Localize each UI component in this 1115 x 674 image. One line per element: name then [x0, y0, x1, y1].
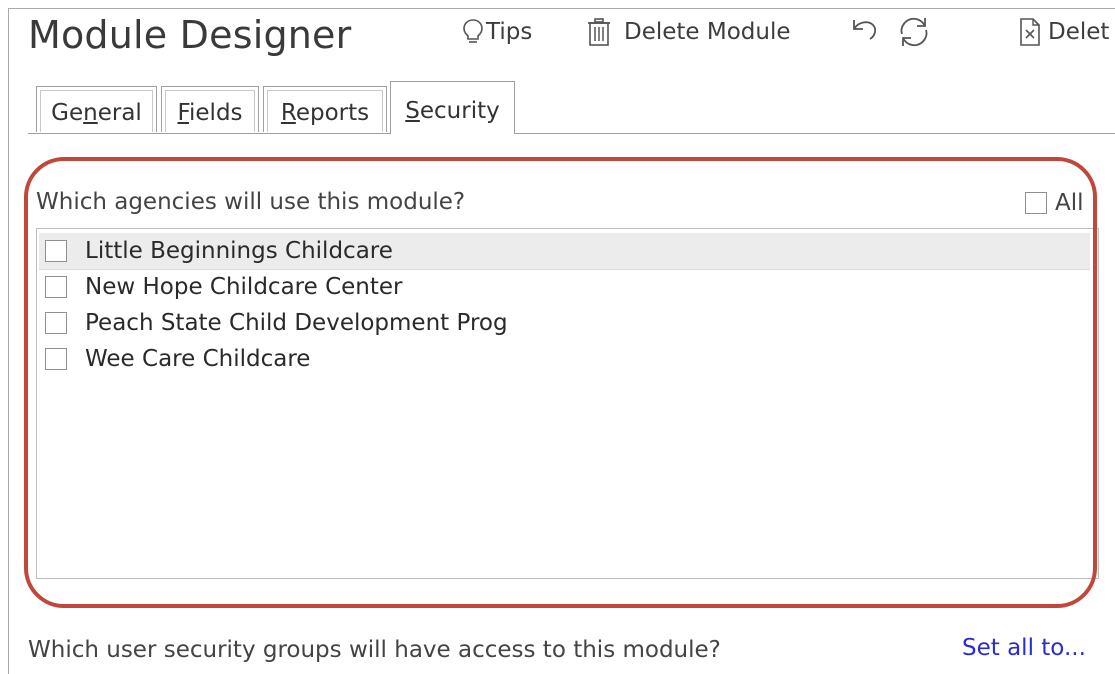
list-item[interactable]: Wee Care Childcare	[45, 341, 310, 377]
tips-button[interactable]: Tips	[460, 17, 532, 47]
all-checkbox[interactable]	[1025, 192, 1047, 214]
tab-strip-line	[28, 133, 1115, 134]
delete-module-button[interactable]: Delete Module	[586, 17, 791, 47]
page-title: Module Designer	[28, 13, 352, 57]
document-x-icon	[1018, 17, 1042, 47]
tab-security-label: Security	[405, 98, 500, 124]
tab-general-label: General	[51, 99, 142, 126]
agencies-list[interactable]: Little Beginnings Childcare New Hope Chi…	[36, 228, 1099, 579]
tab-fields[interactable]: Fields	[161, 86, 259, 132]
list-item[interactable]: Little Beginnings Childcare	[39, 233, 1090, 270]
undo-icon	[848, 14, 882, 46]
refresh-button[interactable]	[895, 14, 933, 50]
undo-button[interactable]	[848, 14, 882, 46]
set-all-link[interactable]: Set all to...	[962, 635, 1086, 661]
agency-label: New Hope Childcare Center	[85, 274, 403, 300]
tab-general[interactable]: General	[36, 86, 157, 132]
agency-label: Little Beginnings Childcare	[85, 238, 393, 264]
list-item[interactable]: New Hope Childcare Center	[45, 269, 403, 305]
refresh-icon	[895, 14, 933, 50]
agencies-question: Which agencies will use this module?	[36, 189, 466, 215]
delete-label: Delet	[1048, 19, 1110, 45]
trash-icon	[586, 17, 612, 47]
agency-checkbox[interactable]	[45, 348, 67, 370]
agency-checkbox[interactable]	[45, 276, 67, 298]
tips-label: Tips	[486, 19, 533, 45]
tab-reports[interactable]: Reports	[263, 86, 387, 132]
agency-checkbox[interactable]	[45, 312, 67, 334]
delete-module-label: Delete Module	[624, 19, 791, 45]
all-checkbox-group[interactable]: All	[1025, 190, 1084, 216]
tab-security[interactable]: Security	[390, 81, 515, 134]
delete-button[interactable]: Delet	[1018, 17, 1109, 47]
tab-fields-label: Fields	[177, 99, 243, 126]
tab-reports-label: Reports	[280, 99, 370, 126]
agency-label: Peach State Child Development Prog	[85, 310, 508, 336]
security-groups-question: Which user security groups will have acc…	[28, 637, 721, 663]
lightbulb-icon	[460, 17, 486, 47]
agency-label: Wee Care Childcare	[85, 346, 311, 372]
all-label: All	[1055, 190, 1084, 216]
list-item[interactable]: Peach State Child Development Prog	[45, 305, 508, 341]
agency-checkbox[interactable]	[45, 240, 67, 262]
